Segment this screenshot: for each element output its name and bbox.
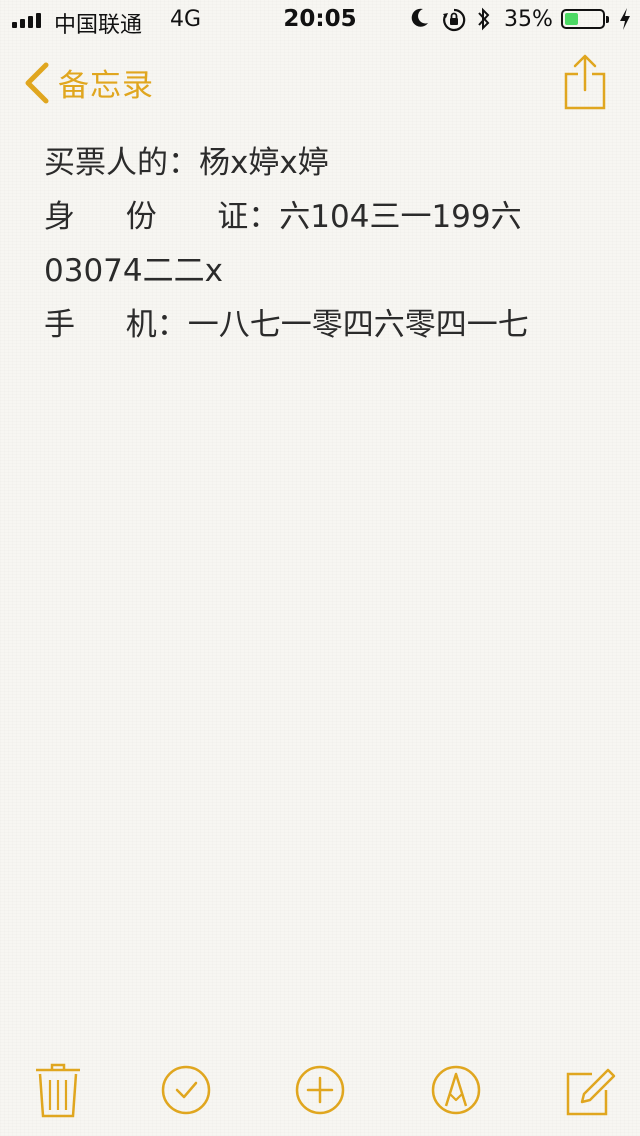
checklist-icon[interactable] [158,1060,214,1120]
add-icon[interactable] [292,1060,348,1120]
markup-icon[interactable] [428,1060,484,1120]
back-button[interactable]: 备忘录 [20,60,154,105]
share-icon[interactable] [562,54,608,110]
note-line-phone: 手 机：一八七一零四六零四一七 [44,307,529,343]
back-label: 备忘录 [58,68,154,104]
moon-icon [410,7,430,35]
note-body[interactable]: 买票人的：杨x婷x婷 身 份 证：六104三一199六 03074二二x 手 机… [44,136,624,352]
charging-bolt-icon [618,7,632,37]
chevron-left-icon [25,62,49,103]
navigation-bar: 备忘录 [0,40,640,128]
status-bar: 中国联通 4G 20:05 35% [0,0,640,40]
note-line-id: 身 份 证：六104三一199六 [44,199,522,235]
battery-icon [561,9,609,29]
bottom-toolbar [0,1060,640,1124]
battery-nub [606,16,609,23]
rotation-lock-icon [442,8,466,38]
note-line-buyer: 买票人的：杨x婷x婷 [44,145,329,181]
compose-icon[interactable] [562,1060,618,1120]
battery-percent: 35% [504,7,553,32]
trash-icon[interactable] [30,1060,86,1120]
battery-fill [565,13,578,25]
note-line-id-cont: 03074二二x [44,253,223,289]
bluetooth-icon [476,6,492,38]
